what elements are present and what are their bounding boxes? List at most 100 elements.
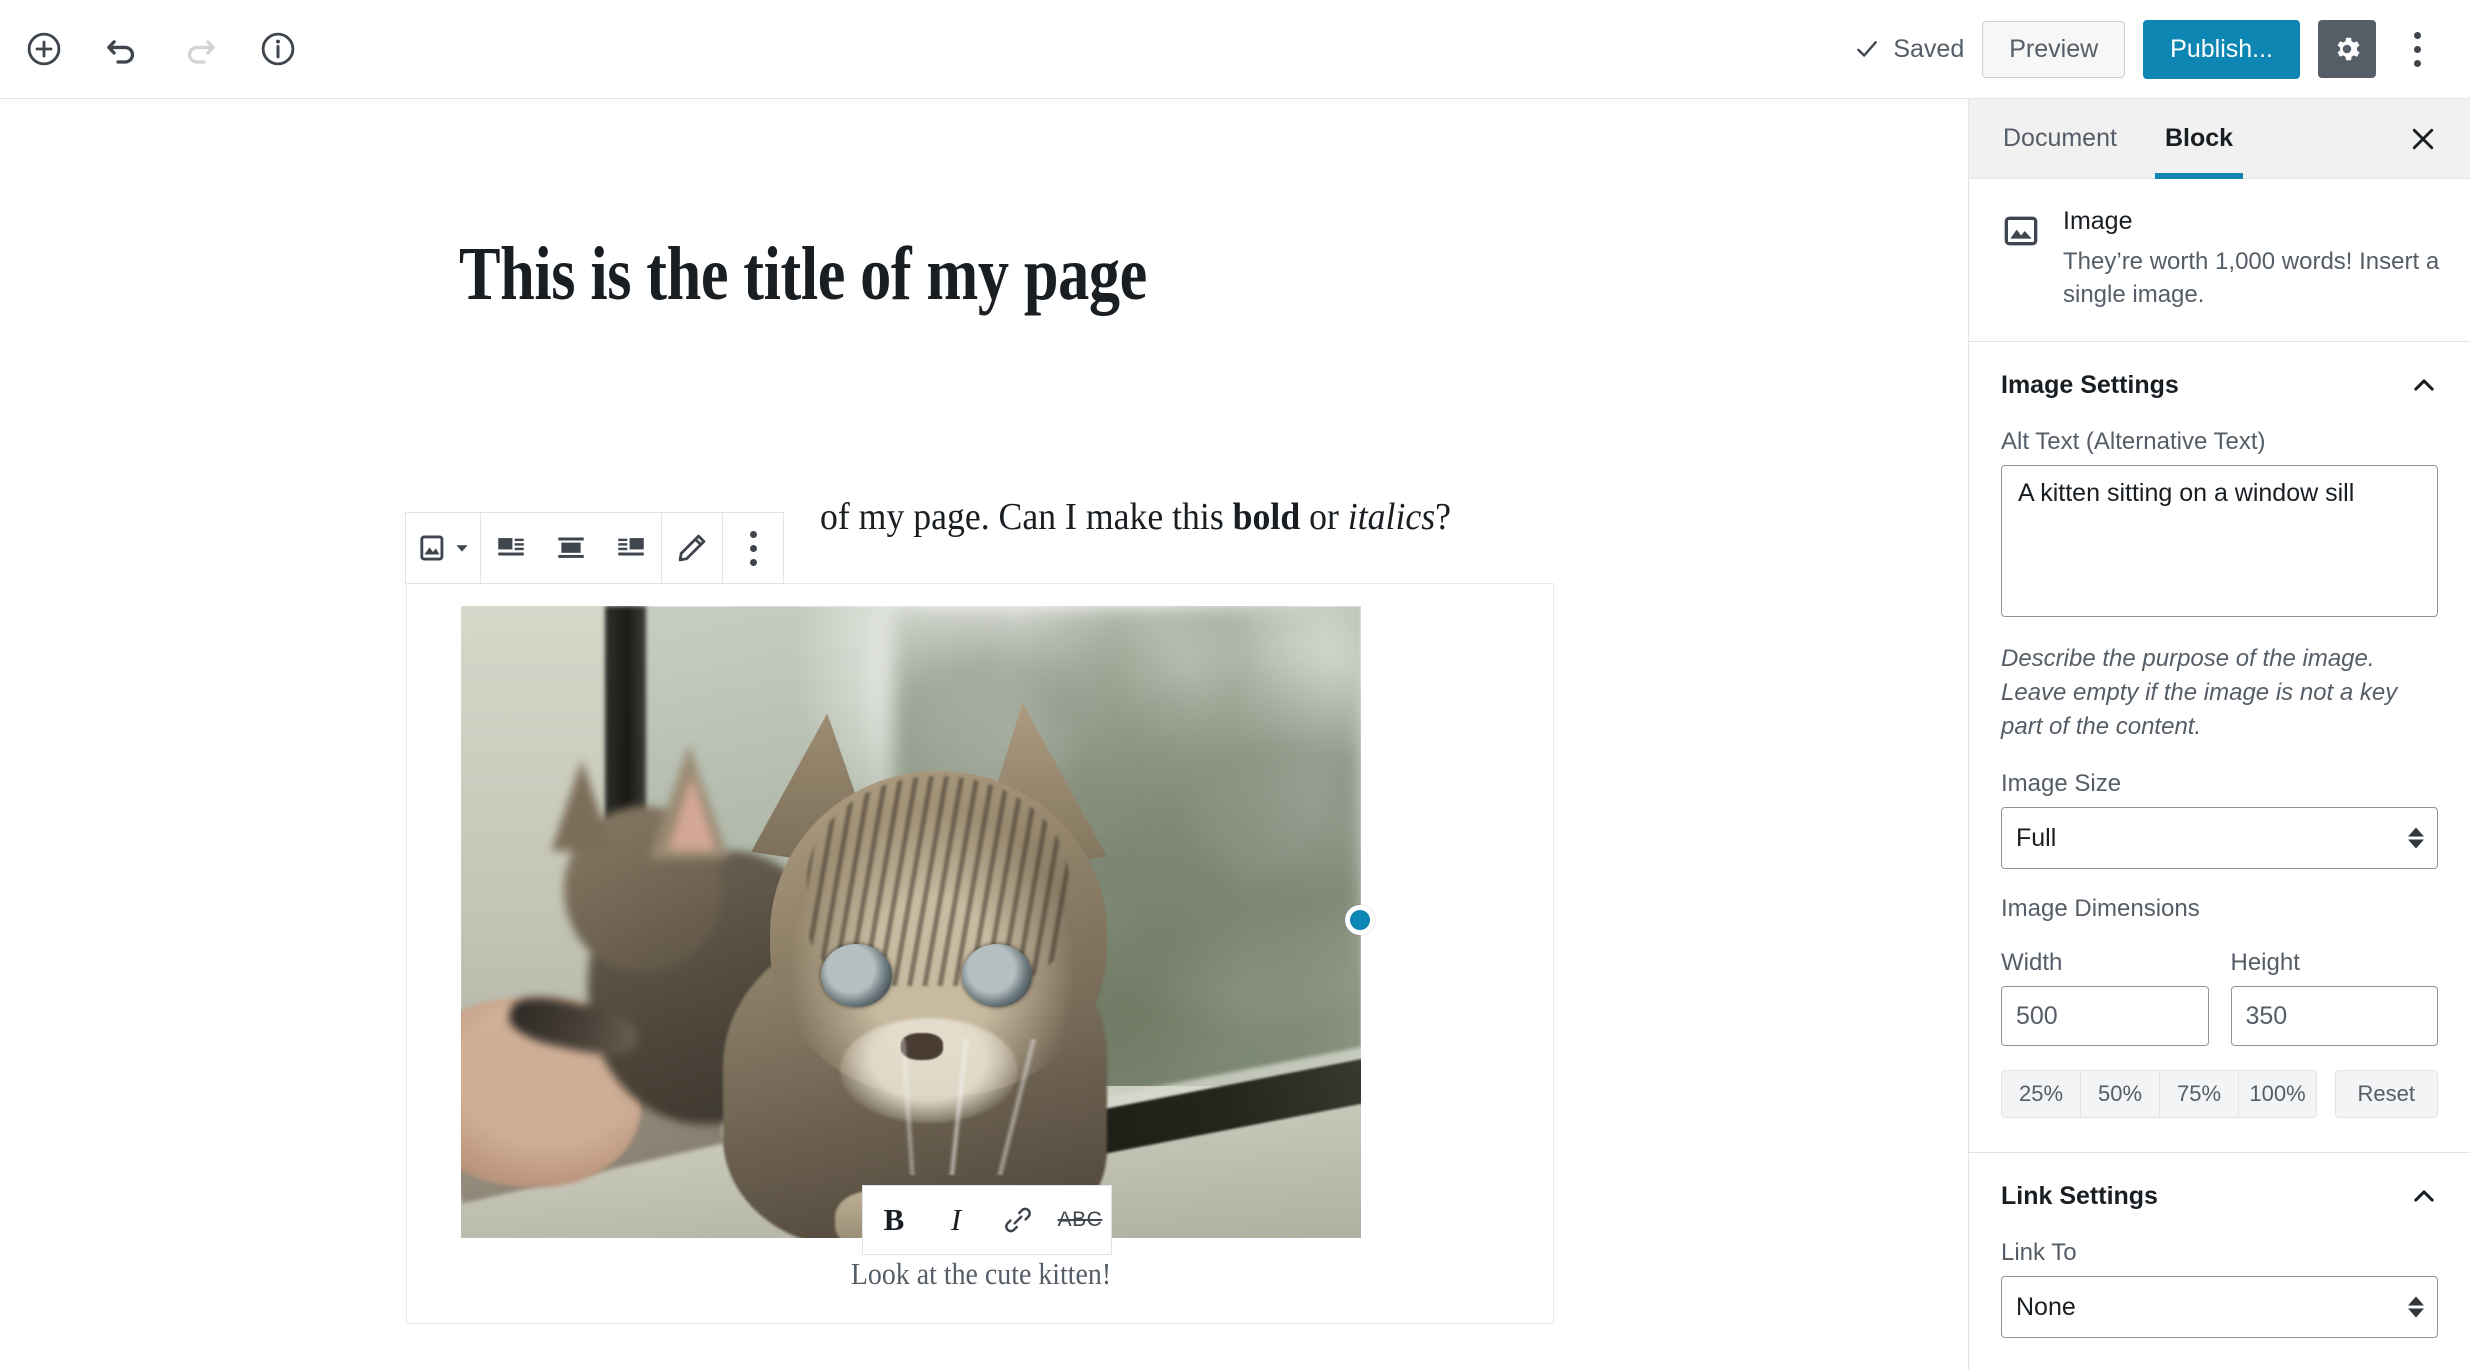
image-size-select-wrap: Full bbox=[2001, 807, 2438, 870]
scale-50-button[interactable]: 50% bbox=[2080, 1070, 2159, 1119]
resize-handle[interactable] bbox=[1345, 905, 1375, 935]
link-to-label: Link To bbox=[2001, 1239, 2077, 1267]
alignment-group bbox=[481, 513, 662, 583]
paragraph-tail: ? bbox=[1435, 496, 1451, 538]
plus-circle-icon bbox=[27, 32, 61, 66]
image-icon bbox=[2004, 216, 2038, 246]
undo-icon bbox=[107, 40, 135, 64]
align-center-icon bbox=[558, 537, 584, 558]
photo-grain-overlay bbox=[461, 606, 1361, 1238]
block-type-group bbox=[406, 513, 481, 583]
width-input[interactable] bbox=[2001, 986, 2209, 1047]
alt-text-input[interactable] bbox=[2001, 465, 2438, 618]
editor-header: Saved Preview Publish... bbox=[0, 0, 2470, 99]
align-right-icon bbox=[618, 538, 644, 556]
image-size-select[interactable]: Full bbox=[2001, 807, 2438, 870]
scale-75-button[interactable]: 75% bbox=[2159, 1070, 2238, 1119]
image-size-label: Image Size bbox=[2001, 770, 2122, 798]
block-toolbar bbox=[405, 512, 784, 584]
content-info-button[interactable] bbox=[248, 19, 308, 79]
block-more-button[interactable] bbox=[723, 513, 783, 583]
italic-label: I bbox=[950, 1202, 962, 1237]
publish-button[interactable]: Publish... bbox=[2143, 19, 2300, 79]
close-sidebar-button[interactable] bbox=[2398, 114, 2448, 164]
height-label: Height bbox=[2230, 949, 2300, 977]
settings-sidebar: Document Block Image They’re worth 1,000… bbox=[1968, 99, 2470, 1370]
redo-icon bbox=[187, 40, 215, 64]
link-settings-panel: Link Settings Link To None bbox=[1969, 1153, 2470, 1370]
link-icon bbox=[1005, 1207, 1031, 1233]
redo-button[interactable] bbox=[170, 19, 230, 79]
align-left-button[interactable] bbox=[481, 513, 541, 583]
check-icon bbox=[1857, 41, 1878, 57]
pencil-icon bbox=[678, 534, 706, 562]
more-vertical-icon bbox=[749, 530, 757, 566]
link-settings-title: Link Settings bbox=[2001, 1181, 2158, 1210]
scale-100-button[interactable]: 100% bbox=[2238, 1070, 2317, 1119]
width-field-group: Width bbox=[2001, 949, 2209, 1047]
link-to-select[interactable]: None bbox=[2001, 1276, 2438, 1339]
saved-label: Saved bbox=[1893, 34, 1965, 63]
paragraph-italic: italics bbox=[1347, 496, 1436, 538]
kitten-photo[interactable] bbox=[461, 606, 1361, 1238]
add-block-button[interactable] bbox=[14, 19, 74, 79]
image-scale-row: 25% 50% 75% 100% Reset bbox=[2001, 1070, 2438, 1119]
align-right-button[interactable] bbox=[601, 513, 661, 583]
paragraph-bold: bold bbox=[1232, 496, 1301, 538]
alt-text-label: Alt Text (Alternative Text) bbox=[2001, 428, 2266, 456]
image-caption[interactable]: Look at the cute kitten! bbox=[464, 1256, 1497, 1292]
align-left-icon bbox=[498, 538, 524, 556]
image-settings-title: Image Settings bbox=[2001, 370, 2179, 399]
block-type-card: Image They’re worth 1,000 words! Insert … bbox=[1969, 179, 2470, 343]
paragraph-middle: or bbox=[1300, 496, 1348, 538]
strikethrough-label: ABC bbox=[1057, 1208, 1103, 1231]
editor-canvas: This is the title of my page of my page.… bbox=[0, 99, 1968, 1370]
image-settings-header[interactable]: Image Settings bbox=[2001, 342, 2438, 428]
image-settings-panel: Image Settings Alt Text (Alternative Tex… bbox=[1969, 342, 2470, 1154]
header-right-tools: Saved Preview Publish... bbox=[1854, 19, 2470, 79]
bold-label: B bbox=[883, 1202, 905, 1237]
strikethrough-button[interactable]: ABC bbox=[1049, 1186, 1111, 1254]
settings-toggle-button[interactable] bbox=[2318, 20, 2376, 78]
inline-format-toolbar: B I ABC bbox=[862, 1185, 1112, 1255]
block-card-text: Image They’re worth 1,000 words! Insert … bbox=[2063, 207, 2440, 311]
more-options-button[interactable] bbox=[2394, 20, 2440, 78]
page-title[interactable]: This is the title of my page bbox=[459, 232, 1328, 317]
block-card-title: Image bbox=[2063, 207, 2133, 235]
link-to-select-wrap: None bbox=[2001, 1276, 2438, 1339]
percent-button-group: 25% 50% 75% 100% bbox=[2001, 1070, 2317, 1119]
alt-text-help: Describe the purpose of the image. Leave… bbox=[2001, 645, 2398, 741]
scale-25-button[interactable]: 25% bbox=[2001, 1070, 2080, 1119]
edit-image-button[interactable] bbox=[662, 513, 722, 583]
link-button[interactable] bbox=[987, 1186, 1049, 1254]
chevron-up-icon bbox=[2414, 1190, 2434, 1203]
block-more-group bbox=[723, 513, 783, 583]
tab-block[interactable]: Block bbox=[2154, 99, 2244, 179]
saved-status: Saved bbox=[1854, 35, 1964, 64]
image-dimensions-row: Width Height bbox=[2001, 949, 2438, 1047]
block-card-description: They’re worth 1,000 words! Insert a sing… bbox=[2063, 248, 2440, 309]
reset-dimensions-button[interactable]: Reset bbox=[2334, 1070, 2438, 1119]
bold-button[interactable]: B bbox=[863, 1186, 925, 1254]
more-vertical-icon bbox=[2413, 31, 2421, 67]
italic-button[interactable]: I bbox=[925, 1186, 987, 1254]
info-circle-icon bbox=[261, 32, 295, 66]
sidebar-tabs: Document Block bbox=[1969, 99, 2470, 179]
tab-document[interactable]: Document bbox=[1993, 99, 2127, 179]
link-settings-header[interactable]: Link Settings bbox=[2001, 1153, 2438, 1239]
height-input[interactable] bbox=[2230, 986, 2438, 1047]
paragraph-lead: of my page. Can I make this bbox=[820, 496, 1233, 538]
header-left-tools bbox=[0, 19, 308, 79]
close-icon bbox=[2412, 128, 2434, 149]
chevron-up-icon bbox=[2414, 379, 2434, 391]
caret-down-icon bbox=[456, 545, 468, 552]
block-type-button[interactable] bbox=[406, 513, 480, 583]
align-center-button[interactable] bbox=[541, 513, 601, 583]
preview-button[interactable]: Preview bbox=[1982, 20, 2126, 78]
image-dimensions-label: Image Dimensions bbox=[2001, 895, 2200, 923]
height-field-group: Height bbox=[2230, 949, 2438, 1047]
image-icon bbox=[420, 535, 444, 561]
paragraph-block[interactable]: of my page. Can I make this bold or ital… bbox=[820, 495, 1451, 539]
undo-button[interactable] bbox=[92, 19, 152, 79]
gear-icon bbox=[2337, 37, 2360, 61]
